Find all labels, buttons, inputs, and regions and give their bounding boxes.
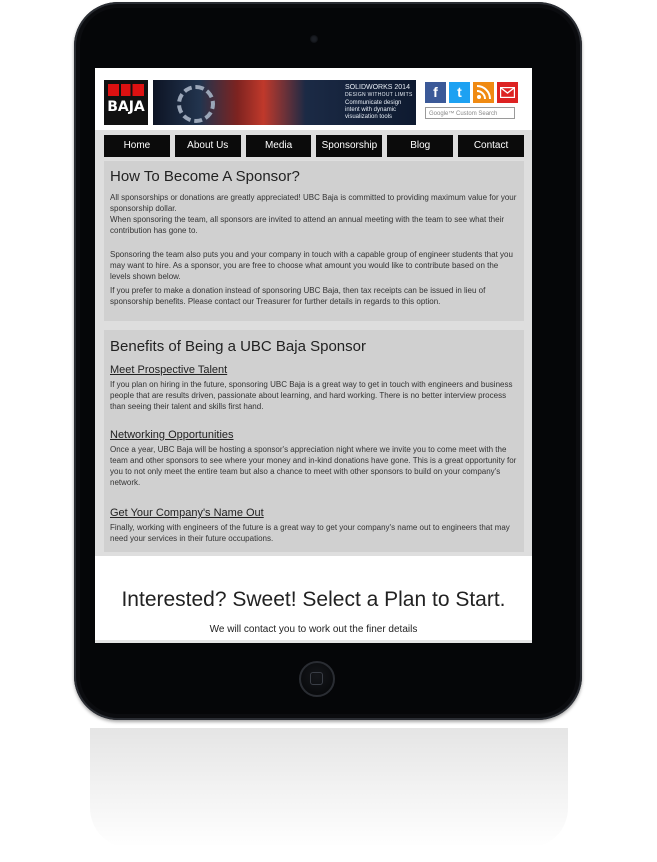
cta-subheading: We will contact you to work out the fine… xyxy=(209,624,418,635)
nav-sponsorship[interactable]: Sponsorship xyxy=(316,135,383,157)
envelope-glyph xyxy=(500,87,515,98)
site-header: BAJA SOLIDWORKS 2014 DESIGN WITHOUT LIMI… xyxy=(95,68,532,130)
gear-icon xyxy=(177,85,215,123)
social-links: f t xyxy=(425,82,518,103)
logo-mark-icon xyxy=(108,84,144,96)
sponsor-benefits-section: Benefits of Being a UBC Baja Sponsor Mee… xyxy=(104,330,524,552)
device-reflection xyxy=(90,728,568,848)
rss-icon[interactable] xyxy=(473,82,494,103)
screen-bottom-edge xyxy=(95,640,532,643)
facebook-icon[interactable]: f xyxy=(425,82,446,103)
nav-contact[interactable]: Contact xyxy=(458,135,524,157)
rss-glyph xyxy=(476,85,491,100)
banner-title: SOLIDWORKS 2014 xyxy=(345,84,410,91)
banner-text: Communicate design intent with dynamic v… xyxy=(345,100,402,120)
custom-search-input[interactable]: Google™ Custom Search xyxy=(425,107,515,119)
paragraph: When sponsoring the team, all sponsors a… xyxy=(110,215,505,235)
section-heading: Benefits of Being a UBC Baja Sponsor xyxy=(110,338,366,355)
ubc-baja-logo[interactable]: BAJA xyxy=(104,80,148,125)
benefit-text: Once a year, UBC Baja will be hosting a … xyxy=(110,445,517,487)
benefit-heading: Meet Prospective Talent xyxy=(110,364,228,376)
benefit-text: Finally, working with engineers of the f… xyxy=(110,523,510,543)
logo-text: BAJA xyxy=(107,99,145,115)
nav-home[interactable]: Home xyxy=(104,135,170,157)
paragraph: If you prefer to make a donation instead… xyxy=(110,286,486,306)
cta-heading: Interested? Sweet! Select a Plan to Star… xyxy=(121,588,506,611)
become-sponsor-section: How To Become A Sponsor? All sponsorship… xyxy=(104,161,524,321)
benefit-heading: Get Your Company's Name Out xyxy=(110,507,264,519)
nav-about-us[interactable]: About Us xyxy=(174,135,241,157)
home-button[interactable] xyxy=(299,661,335,697)
benefit-text: If you plan on hiring in the future, spo… xyxy=(110,380,513,411)
banner-tagline: DESIGN WITHOUT LIMITS xyxy=(345,92,413,98)
home-button-icon xyxy=(310,672,323,685)
nav-blog[interactable]: Blog xyxy=(387,135,454,157)
email-icon[interactable] xyxy=(497,82,518,103)
benefit-heading: Networking Opportunities xyxy=(110,429,234,441)
solidworks-banner[interactable]: SOLIDWORKS 2014 DESIGN WITHOUT LIMITS Co… xyxy=(153,80,416,125)
paragraph: All sponsorships or donations are greatl… xyxy=(110,193,517,213)
front-camera xyxy=(310,35,318,43)
main-nav: Home About Us Media Sponsorship Blog Con… xyxy=(104,135,524,157)
paragraph: Sponsoring the team also puts you and yo… xyxy=(110,250,513,281)
twitter-icon[interactable]: t xyxy=(449,82,470,103)
section-heading: How To Become A Sponsor? xyxy=(110,168,300,185)
nav-media[interactable]: Media xyxy=(245,135,312,157)
tablet-screen: BAJA SOLIDWORKS 2014 DESIGN WITHOUT LIMI… xyxy=(95,68,532,643)
